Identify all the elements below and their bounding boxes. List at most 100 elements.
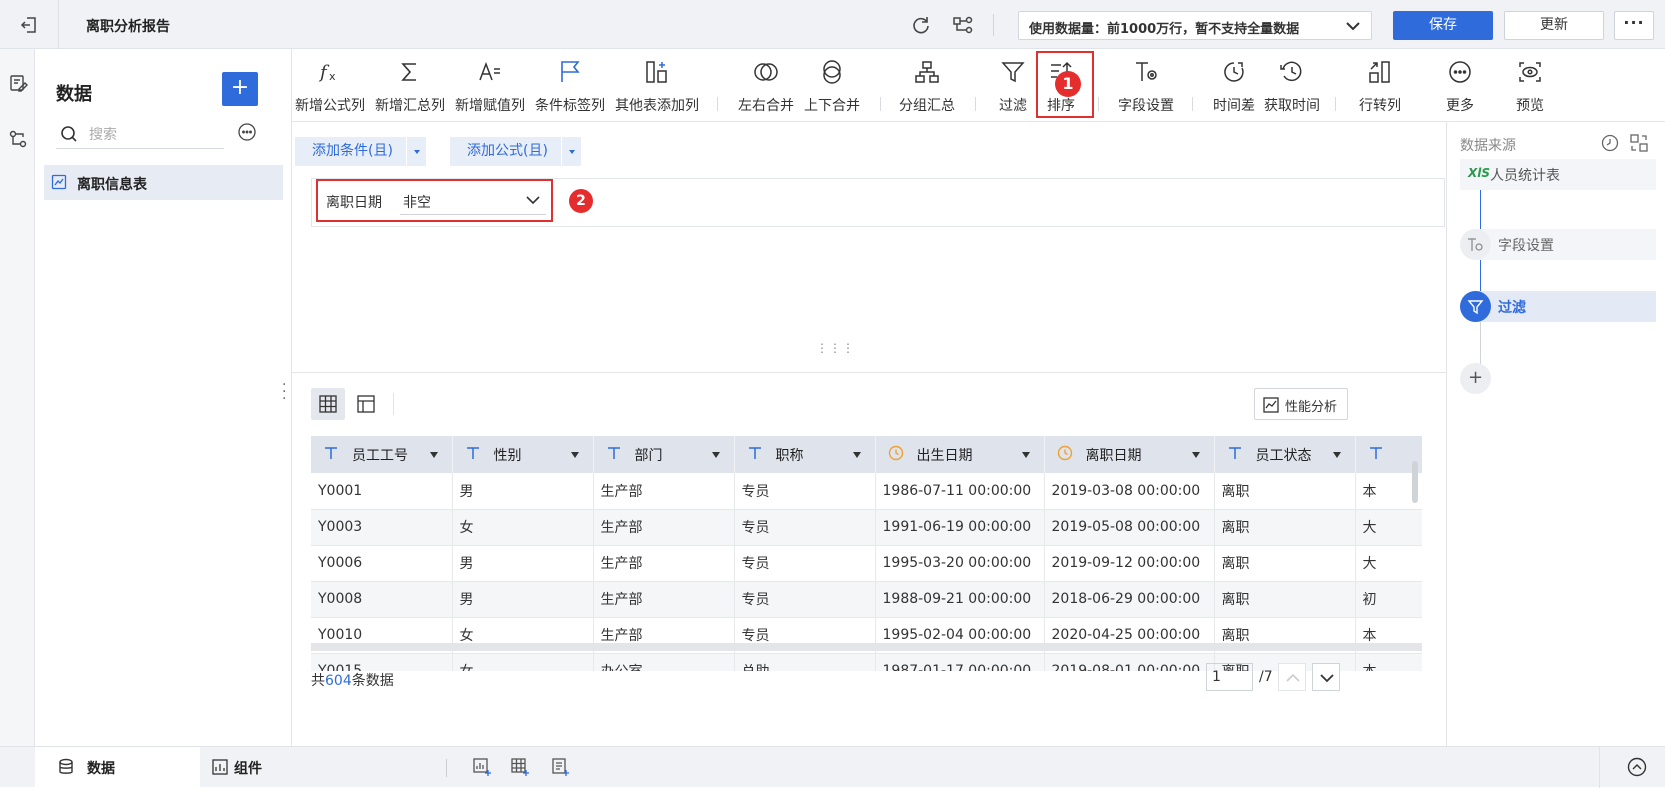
toolbar-item-group-summary[interactable]: 分组汇总 xyxy=(892,49,962,122)
relation-icon[interactable] xyxy=(8,129,28,149)
table-cell[interactable]: Y0003 xyxy=(311,509,453,546)
table-cell[interactable]: 1995-03-20 00:00:00 xyxy=(875,545,1045,582)
tab-component[interactable]: 组件 xyxy=(200,747,320,788)
data-quota-select[interactable]: 使用数据量：前1000万行，暂不支持全量数据 xyxy=(1018,11,1372,40)
lineage-icon[interactable] xyxy=(952,14,974,36)
column-menu-arrow-icon[interactable] xyxy=(1332,452,1341,458)
table-cell[interactable]: 总助 xyxy=(734,653,876,671)
add-condition-button[interactable]: 添加条件(且) xyxy=(295,137,426,166)
table-cell[interactable]: 专员 xyxy=(734,545,876,582)
prev-page-button[interactable] xyxy=(1278,663,1306,691)
toolbar-item-more[interactable]: 更多 xyxy=(1430,49,1490,122)
condition-field[interactable]: 离职日期 xyxy=(326,192,382,212)
table-cell[interactable]: 生产部 xyxy=(593,545,735,582)
table-cell[interactable]: 本 xyxy=(1355,653,1422,671)
table-cell[interactable]: 女 xyxy=(452,653,594,671)
table-cell[interactable]: 1987-01-17 00:00:00 xyxy=(875,653,1045,671)
step-data-source[interactable]: XlS 人员统计表 xyxy=(1460,159,1656,190)
update-button[interactable]: 更新 xyxy=(1504,11,1604,40)
tab-data[interactable]: 数据 xyxy=(35,747,200,788)
panel-resize-handle[interactable]: · · · xyxy=(282,378,288,406)
table-cell[interactable]: Y0006 xyxy=(311,545,453,582)
refresh-icon[interactable] xyxy=(910,14,932,36)
table-cell[interactable]: 2019-03-08 00:00:00 xyxy=(1044,473,1215,510)
table-cell[interactable]: 2018-06-29 00:00:00 xyxy=(1044,581,1215,618)
table-cell[interactable]: Y0008 xyxy=(311,581,453,618)
more-menu-button[interactable]: ··· xyxy=(1614,11,1654,40)
add-step-button[interactable]: + xyxy=(1460,363,1491,394)
column-header[interactable]: 出生日期 xyxy=(875,436,1045,473)
horizontal-scrollbar[interactable] xyxy=(311,643,1422,651)
column-menu-arrow-icon[interactable] xyxy=(429,452,438,458)
toolbar-item-preview[interactable]: 预览 xyxy=(1500,49,1560,122)
step-field-settings[interactable]: 字段设置 xyxy=(1460,229,1656,260)
table-cell[interactable]: 生产部 xyxy=(593,581,735,618)
table-cell[interactable]: 办公室 xyxy=(593,653,735,671)
dataset-search-input[interactable]: 搜索 xyxy=(56,119,224,149)
structure-view-button[interactable] xyxy=(349,388,383,420)
performance-analysis-button[interactable]: 性能分析 xyxy=(1254,388,1348,420)
toolbar-item-field-settings[interactable]: 字段设置 xyxy=(1110,49,1182,122)
table-cell[interactable]: Y0001 xyxy=(311,473,453,510)
data-edit-icon[interactable] xyxy=(8,73,28,93)
table-cell[interactable]: 2019-09-12 00:00:00 xyxy=(1044,545,1215,582)
add-dashboard-icon[interactable] xyxy=(550,757,570,777)
table-cell[interactable]: 男 xyxy=(452,473,594,510)
toolbar-item-vertical-merge[interactable]: 上下合并 xyxy=(798,49,866,122)
save-button[interactable]: 保存 xyxy=(1393,11,1493,40)
column-menu-arrow-icon[interactable] xyxy=(711,452,720,458)
next-page-button[interactable] xyxy=(1312,663,1340,691)
dropdown-arrow-icon[interactable] xyxy=(406,137,426,166)
toolbar-item-add-formula-column[interactable]: fx 新增公式列 xyxy=(292,49,368,122)
table-cell[interactable]: 2019-08-01 00:00:00 xyxy=(1044,653,1215,671)
column-header[interactable]: 性别 xyxy=(452,436,594,473)
table-cell[interactable]: 专员 xyxy=(734,473,876,510)
add-component-icon[interactable] xyxy=(472,757,492,777)
column-header[interactable]: 员工工号 xyxy=(311,436,453,473)
table-cell[interactable]: 离职 xyxy=(1214,473,1356,510)
layout-switch-icon[interactable] xyxy=(1630,134,1648,152)
column-menu-arrow-icon[interactable] xyxy=(570,452,579,458)
history-icon[interactable] xyxy=(1601,134,1619,152)
toolbar-item-horizontal-merge[interactable]: 左右合并 xyxy=(732,49,800,122)
table-cell[interactable]: 离职 xyxy=(1214,545,1356,582)
table-cell[interactable]: 大 xyxy=(1355,545,1422,582)
toolbar-item-get-time[interactable]: 获取时间 xyxy=(1262,49,1322,122)
table-cell[interactable]: 大 xyxy=(1355,509,1422,546)
dropdown-arrow-icon[interactable] xyxy=(561,137,581,166)
toolbar-item-add-summary-column[interactable]: 新增汇总列 xyxy=(372,49,448,122)
add-table-component-icon[interactable] xyxy=(510,757,530,777)
add-dataset-button[interactable]: + xyxy=(222,72,258,106)
table-cell[interactable]: 生产部 xyxy=(593,473,735,510)
table-cell[interactable]: 1991-06-19 00:00:00 xyxy=(875,509,1045,546)
table-cell[interactable]: 2019-05-08 00:00:00 xyxy=(1044,509,1215,546)
table-cell[interactable]: 离职 xyxy=(1214,581,1356,618)
table-cell[interactable]: 男 xyxy=(452,581,594,618)
table-cell[interactable]: Y0015 xyxy=(311,653,453,671)
dataset-item[interactable]: 离职信息表 xyxy=(44,165,283,200)
toolbar-item-add-column-from-table[interactable]: 其他表添加列 xyxy=(612,49,702,122)
column-menu-arrow-icon[interactable] xyxy=(1191,452,1200,458)
options-icon[interactable] xyxy=(238,123,256,141)
table-cell[interactable]: 初 xyxy=(1355,581,1422,618)
add-formula-button[interactable]: 添加公式(且) xyxy=(450,137,581,166)
table-cell[interactable]: 1988-09-21 00:00:00 xyxy=(875,581,1045,618)
condition-operator-select[interactable]: 非空 xyxy=(400,187,546,215)
toolbar-item-row-to-column[interactable]: 行转列 xyxy=(1348,49,1412,122)
table-cell[interactable]: 专员 xyxy=(734,509,876,546)
table-cell[interactable]: 离职 xyxy=(1214,509,1356,546)
vertical-scrollbar[interactable] xyxy=(1412,461,1418,503)
table-cell[interactable]: 专员 xyxy=(734,581,876,618)
collapse-icon[interactable] xyxy=(1627,757,1647,777)
exit-icon[interactable] xyxy=(18,14,40,36)
column-menu-arrow-icon[interactable] xyxy=(852,452,861,458)
toolbar-item-filter[interactable]: 过滤 xyxy=(986,49,1040,122)
toolbar-item-condition-tag-column[interactable]: 条件标签列 xyxy=(532,49,608,122)
column-header[interactable]: 员工状态 xyxy=(1214,436,1356,473)
column-header[interactable]: 部门 xyxy=(593,436,735,473)
grid-view-button[interactable] xyxy=(311,388,345,420)
page-number-input[interactable]: 1 xyxy=(1206,663,1253,691)
toolbar-item-time-diff[interactable]: 时间差 xyxy=(1204,49,1264,122)
table-cell[interactable]: 1986-07-11 00:00:00 xyxy=(875,473,1045,510)
step-filter[interactable]: 过滤 xyxy=(1460,291,1656,322)
